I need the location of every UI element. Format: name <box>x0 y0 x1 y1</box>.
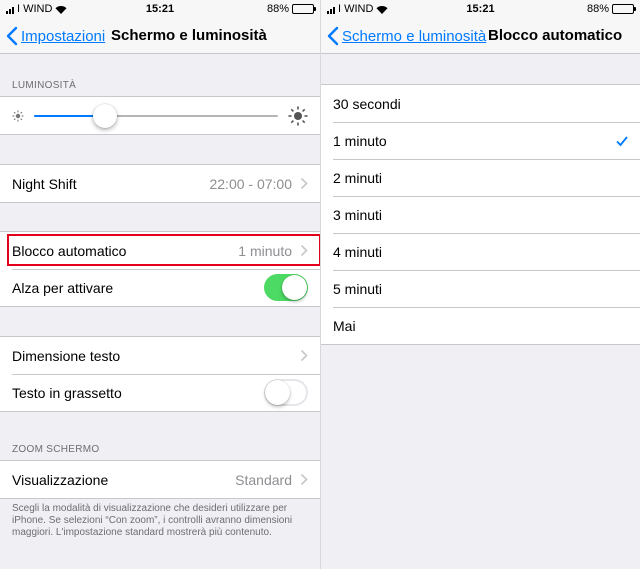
bold-text-label: Testo in grassetto <box>12 384 122 401</box>
slider-thumb[interactable] <box>92 103 117 128</box>
bold-text-toggle[interactable] <box>264 379 308 406</box>
brightness-row <box>0 97 320 134</box>
toggle-knob <box>265 380 290 405</box>
page-title: Blocco automatico <box>488 27 623 44</box>
bold-text-row: Testo in grassetto <box>0 374 320 411</box>
back-button-label: Schermo e luminosità <box>342 27 487 45</box>
battery-percent: 88% <box>266 3 289 15</box>
option-label: 1 minuto <box>333 132 387 149</box>
display-brightness-screen: I WIND 15:21 88% Impostazioni Schermo e … <box>0 0 320 569</box>
option-label: 4 minuti <box>333 243 383 260</box>
option-label: Mai <box>333 317 356 334</box>
zoom-header: ZOOM SCHERMO <box>12 444 100 455</box>
text-group: Dimensione testo Testo in grassetto <box>0 336 320 412</box>
auto-lock-option[interactable]: 4 minuti <box>321 233 640 270</box>
back-button-display[interactable]: Schermo e luminosità <box>327 26 486 46</box>
night-shift-label: Night Shift <box>12 175 77 192</box>
auto-lock-value: 1 minuto <box>238 242 292 259</box>
navigation-bar: Impostazioni Schermo e luminosità <box>0 20 320 54</box>
option-label: 5 minuti <box>333 280 383 297</box>
battery-icon <box>612 4 636 14</box>
navigation-bar: Schermo e luminosità Blocco automatico <box>321 20 640 54</box>
auto-lock-option[interactable]: Mai <box>321 307 640 344</box>
back-button-label: Impostazioni <box>21 27 106 45</box>
view-label: Visualizzazione <box>12 471 109 488</box>
status-bar: I WIND 15:21 88% <box>321 0 640 20</box>
raise-to-wake-row: Alza per attivare <box>0 269 320 306</box>
brightness-group <box>0 96 320 135</box>
auto-lock-screen: I WIND 15:21 88% Schermo e luminosità Bl… <box>321 0 640 569</box>
auto-lock-option[interactable]: 3 minuti <box>321 196 640 233</box>
raise-to-wake-toggle[interactable] <box>264 274 308 301</box>
checkmark-icon <box>616 135 628 146</box>
battery-info: 88% <box>586 3 636 15</box>
auto-lock-option[interactable]: 5 minuti <box>321 270 640 307</box>
auto-lock-option[interactable]: 30 secondi <box>321 85 640 122</box>
night-shift-group: Night Shift 22:00 - 07:00 <box>0 164 320 203</box>
chevron-left-icon <box>327 26 339 46</box>
zoom-group: Visualizzazione Standard <box>0 460 320 499</box>
chevron-right-icon <box>300 177 308 190</box>
chevron-right-icon <box>300 473 308 486</box>
auto-lock-option[interactable]: 2 minuti <box>321 159 640 196</box>
auto-lock-option[interactable]: 1 minuto <box>321 122 640 159</box>
option-label: 30 secondi <box>333 95 401 112</box>
option-label: 2 minuti <box>333 169 383 186</box>
night-shift-row[interactable]: Night Shift 22:00 - 07:00 <box>0 165 320 202</box>
battery-icon <box>292 4 316 14</box>
sun-small-icon <box>12 110 24 121</box>
auto-lock-row[interactable]: Blocco automatico 1 minuto <box>0 232 320 269</box>
status-bar: I WIND 15:21 88% <box>0 0 320 20</box>
chevron-left-icon <box>6 26 18 46</box>
page-title: Schermo e luminosità <box>111 27 267 44</box>
brightness-header: LUMINOSITÀ <box>12 80 77 91</box>
zoom-footnote: Scegli la modalità di visualizzazione ch… <box>12 503 293 538</box>
toggle-knob <box>282 275 307 300</box>
view-row[interactable]: Visualizzazione Standard <box>0 461 320 498</box>
text-size-label: Dimensione testo <box>12 347 121 364</box>
chevron-right-icon <box>300 349 308 362</box>
battery-percent: 88% <box>586 3 609 15</box>
chevron-right-icon <box>300 244 308 257</box>
view-value: Standard <box>235 471 292 488</box>
night-shift-value: 22:00 - 07:00 <box>209 175 292 192</box>
raise-to-wake-label: Alza per attivare <box>12 279 114 296</box>
option-label: 3 minuti <box>333 206 383 223</box>
back-button-settings[interactable]: Impostazioni <box>6 26 105 46</box>
auto-lock-options: 30 secondi 1 minuto 2 minuti 3 minuti 4 minu… <box>321 84 640 345</box>
brightness-slider[interactable] <box>34 103 278 128</box>
auto-lock-label: Blocco automatico <box>12 242 127 259</box>
text-size-row[interactable]: Dimensione testo <box>0 337 320 374</box>
battery-info: 88% <box>266 3 316 15</box>
sun-large-icon <box>288 106 308 125</box>
lock-group: Blocco automatico 1 minuto Alza per atti… <box>0 231 320 307</box>
